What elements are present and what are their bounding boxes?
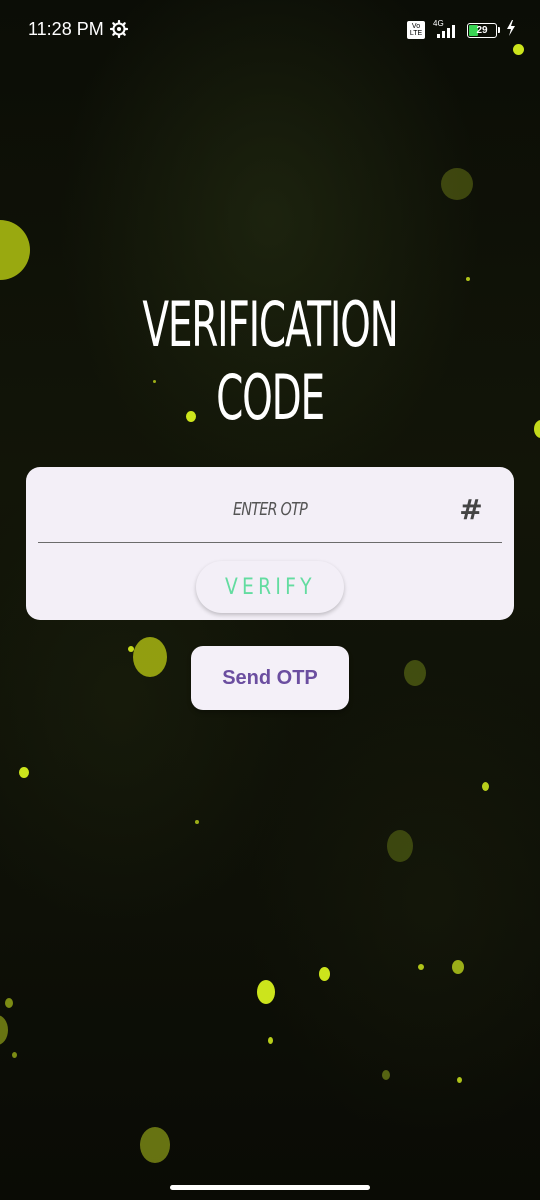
battery-tip [498,27,500,33]
bokeh-dot [140,1127,170,1163]
status-bar: 11:28 PM Vo LTE 4G 29 [0,0,540,60]
bokeh-dot [404,660,426,686]
bokeh-dot [418,964,424,970]
battery-icon: 29 [467,22,497,38]
bokeh-dot [441,168,473,200]
bokeh-dot [534,420,540,438]
bokeh-dot [195,820,199,824]
bokeh-dot [12,1052,17,1058]
send-otp-label: Send OTP [222,666,318,689]
send-otp-button[interactable]: Send OTP [191,646,349,710]
bokeh-dot [382,1070,390,1080]
bokeh-dot [0,220,30,280]
status-time: 11:28 PM [28,19,104,39]
bokeh-dot [466,277,470,281]
bokeh-dot [0,1015,8,1045]
otp-card: ENTER OTP # VERIFY [26,467,514,620]
otp-input[interactable] [38,485,502,543]
bokeh-dot [457,1077,462,1083]
bokeh-dot [133,637,167,677]
charging-icon [506,20,516,40]
page-title: VERIFICATION CODE [142,288,398,434]
bokeh-dot [257,980,275,1004]
bokeh-dot [19,767,29,778]
verify-button-label: VERIFY [224,574,316,600]
bokeh-dot [128,646,134,652]
battery-level: 29 [476,24,488,36]
bokeh-dot [482,782,489,791]
signal-icon: 4G [431,19,461,39]
bokeh-dot [319,967,330,981]
bokeh-dot [5,998,13,1008]
home-indicator[interactable] [170,1185,370,1190]
gear-icon [109,19,129,39]
volte-icon: Vo LTE [407,21,425,39]
hash-icon: # [459,493,483,526]
status-icons: Vo LTE 4G 29 [407,19,516,40]
verify-button[interactable]: VERIFY [196,561,344,613]
bokeh-dot [268,1037,273,1044]
bokeh-dot [387,830,413,862]
bokeh-dot [452,960,464,974]
